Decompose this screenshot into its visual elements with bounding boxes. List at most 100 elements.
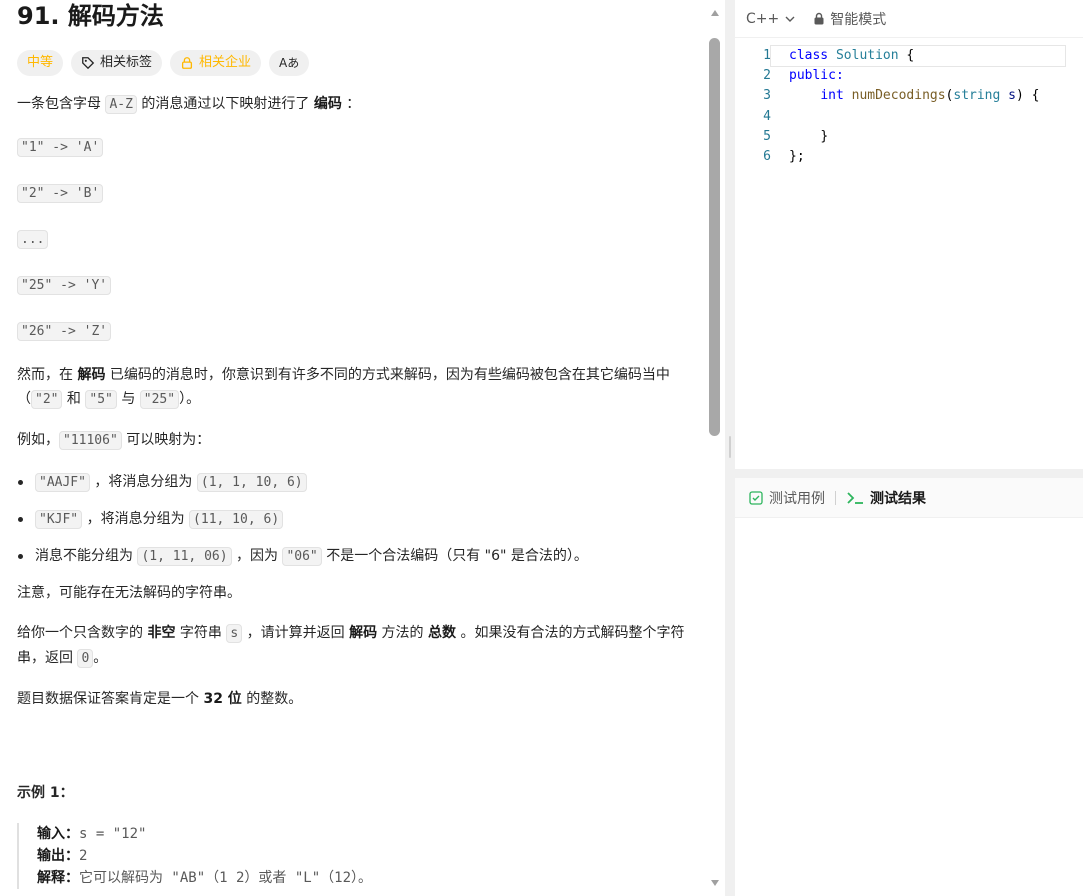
problem-description: 91. 解码方法 中等 相关标签 相关企业 Aあ 一条包含字母 A-Z 的消息通…: [17, 0, 697, 889]
scroll-up-arrow-icon[interactable]: [711, 10, 719, 16]
text: 一条包含字母: [17, 96, 106, 112]
text: ，将消息分组为: [89, 474, 197, 490]
smart-mode-label: 智能模式: [830, 11, 887, 28]
text: 的整数。: [241, 691, 303, 707]
code-line[interactable]: 1 class Solution {: [735, 44, 1083, 68]
inline-code: s: [226, 624, 243, 643]
code-line[interactable]: 6};: [735, 147, 1083, 167]
scroll-thumb[interactable]: [709, 38, 720, 436]
inline-code: (11, 10, 6): [189, 510, 284, 529]
intro-paragraph: 一条包含字母 A-Z 的消息通过以下映射进行了 编码 ：: [17, 92, 697, 117]
text: 与: [116, 391, 140, 407]
inline-code: "AAJF": [35, 473, 90, 492]
line-number: 5: [763, 128, 771, 144]
scroll-down-arrow-icon[interactable]: [711, 880, 719, 886]
text: 题目数据保证答案肯定是一个: [17, 691, 204, 707]
bold-text: 32 位: [203, 691, 242, 707]
text: 给你一个只含数字的: [17, 625, 148, 641]
tab-test-cases[interactable]: 测试用例: [749, 488, 825, 508]
text: ，因为: [231, 548, 283, 564]
text: ，将消息分组为: [82, 511, 190, 527]
lock-icon: [814, 12, 824, 25]
code-editor-panel: C++ 智能模式 1 class Solution { 2 public: 3 in…: [735, 0, 1083, 469]
code-line[interactable]: 2 public:: [735, 66, 1083, 86]
test-panel: 测试用例 测试结果: [735, 478, 1083, 896]
output-label: 输出：: [37, 848, 79, 864]
code-token: }: [820, 128, 829, 144]
related-tags-button[interactable]: 相关标签: [71, 50, 163, 76]
code-token: };: [789, 148, 805, 164]
tab-test-results[interactable]: 测试结果: [846, 488, 926, 508]
text: 然而，在: [17, 367, 78, 383]
panel-resize-handle[interactable]: [729, 436, 731, 458]
line-source: public:: [771, 66, 844, 86]
mapping-line: "25" -> 'Y': [17, 273, 697, 297]
text: 方法的: [377, 625, 428, 641]
mapping-code: "2" -> 'B': [17, 184, 104, 203]
example-intro: 例如， "11106" 可以映射为：: [17, 428, 697, 453]
task-paragraph: 给你一个只含数字的 非空 字符串 s ，请计算并返回 解码 方法的 总数 。如果…: [17, 621, 697, 671]
bold-text: 解码: [349, 625, 378, 641]
line-number: 1: [763, 48, 771, 63]
related-companies-button[interactable]: 相关企业: [170, 50, 262, 76]
inline-code: 0: [77, 649, 94, 668]
mapping-line: "1" -> 'A': [17, 135, 697, 159]
inline-code: "5": [85, 390, 117, 409]
list-item: "KJF" ，将消息分组为 (11, 10, 6): [17, 507, 697, 531]
code-token: string: [953, 88, 1001, 104]
language-label: C++: [746, 10, 780, 27]
mapping-list: "AAJF" ，将消息分组为 (1, 1, 10, 6) "KJF" ，将消息分…: [17, 470, 697, 568]
code-token: Solution: [835, 48, 899, 63]
chevron-down-icon: [785, 16, 795, 22]
mapping-code: "26" -> 'Z': [17, 322, 112, 341]
line-number: 4: [763, 108, 771, 124]
code-line[interactable]: 5 }: [735, 127, 1083, 147]
text: 不是一个合法编码（只有 "6" 是合法的）。: [321, 548, 588, 564]
smart-mode-toggle[interactable]: 智能模式: [813, 9, 886, 29]
mapping-line: ...: [17, 227, 697, 251]
bold-text: 总数: [428, 625, 456, 641]
inline-code: "2": [31, 390, 63, 409]
code-token: class: [789, 48, 829, 63]
text: ，请计算并返回: [242, 625, 350, 641]
inline-code: "25": [139, 390, 180, 409]
mapping-line: "2" -> 'B': [17, 181, 697, 205]
text: ）。: [179, 391, 201, 407]
code-area[interactable]: 1 class Solution { 2 public: 3 int numDeco…: [735, 44, 1083, 167]
inline-code: "KJF": [35, 510, 83, 529]
explain-value: 它可以解码为 "AB"（1 2）或者 "L"（12）。: [79, 870, 373, 886]
related-companies-label: 相关企业: [199, 55, 252, 70]
language-select[interactable]: C++: [746, 11, 795, 27]
problem-title: 91. 解码方法: [17, 2, 164, 30]
code-token: numDecodings: [851, 88, 946, 104]
difficulty-badge: 中等: [17, 50, 64, 76]
code-line[interactable]: 3 int numDecodings(string s) {: [735, 86, 1083, 106]
text: 的消息通过以下映射进行了: [136, 96, 314, 112]
text: 例如，: [17, 432, 59, 448]
translate-icon: Aあ: [279, 56, 300, 70]
input-value: s = "12": [79, 826, 147, 842]
text: 可以映射为：: [121, 432, 211, 448]
example-1-box: 输入：s = "12" 输出：2 解释：它可以解码为 "AB"（1 2）或者 "…: [17, 823, 697, 889]
line-source: }: [771, 127, 828, 147]
font-toggle-button[interactable]: Aあ: [269, 50, 310, 76]
line-source: };: [771, 147, 805, 167]
bold-text: 非空: [147, 625, 176, 641]
line-source: [771, 107, 797, 127]
decode-paragraph: 然而，在 解码 已编码的消息时，你意识到有许多不同的方式来解码，因为有些编码被包…: [17, 363, 697, 412]
line-source: int numDecodings(string s) {: [771, 86, 1039, 106]
example-1-title: 示例 1：: [17, 785, 74, 801]
problem-panel: 91. 解码方法 中等 相关标签 相关企业 Aあ 一条包含字母 A-Z 的消息通…: [0, 0, 725, 896]
list-item: "AAJF" ，将消息分组为 (1, 1, 10, 6): [17, 470, 697, 494]
mapping-line: "26" -> 'Z': [17, 319, 697, 343]
inline-code: (1, 11, 06): [137, 547, 232, 566]
mapping-code: "1" -> 'A': [17, 138, 104, 157]
list-item: 消息不能分组为 (1, 11, 06) ，因为 "06" 不是一个合法编码（只有…: [17, 544, 697, 568]
terminal-icon: [847, 491, 863, 504]
code-token: int: [820, 88, 844, 104]
description-scrollbar[interactable]: [709, 10, 721, 886]
note-paragraph: 注意，可能存在无法解码的字符串。: [17, 585, 241, 601]
code-line[interactable]: 4: [735, 107, 1083, 127]
example-input-row: 输入：s = "12": [37, 823, 697, 845]
code-token: public:: [789, 68, 844, 84]
